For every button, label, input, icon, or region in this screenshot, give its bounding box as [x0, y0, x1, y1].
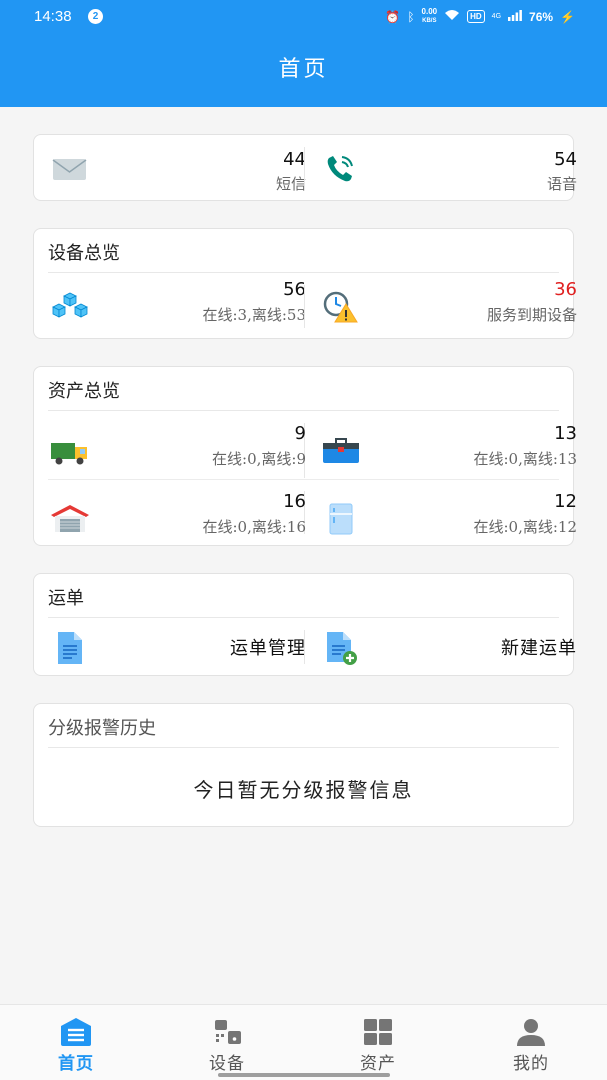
divider: [48, 272, 559, 273]
device-overview-title: 设备总览: [48, 243, 120, 264]
asset-refrigerator-count: 12: [554, 491, 577, 512]
net-speed-value: 0.00: [421, 7, 438, 16]
asset-overview-title: 资产总览: [48, 381, 120, 402]
document-icon: [58, 632, 82, 664]
device-total-cell[interactable]: 56 在线:3,离线:53: [50, 277, 306, 337]
hd-badge: HD: [467, 10, 485, 23]
device-total-count: 56: [283, 279, 306, 300]
device-expiring-count: 36: [554, 279, 577, 300]
tab-device[interactable]: 设备: [167, 1005, 287, 1080]
status-bar: 14:38 2 ⏰ ᛒ 0.00 KB/S HD 4G 76% ⚡: [0, 0, 607, 32]
waybill-card: 运单 运单管理 新建运单: [33, 573, 577, 678]
tab-mine[interactable]: 我的: [471, 1005, 591, 1080]
alarm-empty-message: 今日暂无分级报警信息: [193, 778, 414, 802]
asset-overview-card: 资产总览 9 在线:0,离线:9 13 在线:0,离线:13 16 在线:0,离…: [33, 366, 577, 549]
asset-warehouse-count: 16: [283, 491, 306, 512]
asset-refrigerator-cell[interactable]: 12 在线:0,离线:12: [321, 489, 577, 549]
voice-label: 语音: [546, 175, 577, 193]
asset-warehouse-detail: 在线:0,离线:16: [202, 518, 306, 536]
device-expiring-cell[interactable]: 36 服务到期设备: [321, 277, 577, 337]
alarm-history-title: 分级报警历史: [48, 718, 156, 739]
clock-warning-icon: [323, 291, 358, 323]
refrigerator-icon: [329, 503, 353, 535]
device-expiring-label: 服务到期设备: [486, 306, 577, 324]
tab-home[interactable]: 首页: [16, 1005, 136, 1080]
waybill-create-button[interactable]: 新建运单: [321, 618, 577, 678]
wifi-icon: [444, 9, 460, 24]
status-icons: ⏰ ᛒ 0.00 KB/S HD 4G 76% ⚡: [385, 8, 575, 25]
voice-count: 54: [554, 149, 577, 170]
divider: [48, 410, 559, 411]
asset-toolbox-cell[interactable]: 13 在线:0,离线:13: [321, 421, 577, 481]
home-indicator[interactable]: [218, 1073, 390, 1077]
net-speed-unit: KB/S: [422, 18, 437, 24]
asset-truck-detail: 在线:0,离线:9: [212, 450, 306, 468]
page-title: 首页: [0, 32, 607, 107]
truck-icon: [51, 443, 87, 465]
status-time: 14:38: [34, 8, 72, 25]
tab-mine-label: 我的: [513, 1054, 549, 1074]
signal-bars-icon: [508, 9, 522, 24]
sms-cell[interactable]: 44 短信: [50, 139, 306, 199]
waybill-create-label: 新建运单: [501, 638, 577, 659]
waybill-manage-label: 运单管理: [230, 638, 306, 659]
divider: [304, 285, 305, 328]
warehouse-icon: [51, 505, 89, 532]
net-speed: 0.00 KB/S: [422, 8, 438, 25]
device-overview-card: 设备总览 56 在线:3,离线:53 36 服务到期设备: [33, 228, 577, 339]
messages-card: 44 短信 54 语音: [33, 134, 577, 201]
devices-cubes-icon: [52, 292, 88, 318]
bluetooth-icon: ᛒ: [407, 9, 415, 24]
tab-asset[interactable]: 资产: [318, 1005, 438, 1080]
asset-truck-cell[interactable]: 9 在线:0,离线:9: [50, 421, 306, 481]
divider: [304, 630, 305, 664]
asset-warehouse-cell[interactable]: 16 在线:0,离线:16: [50, 489, 306, 549]
waybill-title: 运单: [48, 588, 84, 609]
asset-toolbox-count: 13: [554, 423, 577, 444]
battery-level: 76%: [529, 9, 554, 24]
user-icon: [517, 1019, 545, 1046]
bottom-tab-bar: 首页 设备 资产 我的: [0, 1004, 607, 1080]
divider: [48, 747, 559, 748]
device-total-detail: 在线:3,离线:53: [202, 306, 306, 324]
tab-home-label: 首页: [58, 1054, 94, 1074]
toolbox-icon: [323, 438, 359, 463]
divider: [304, 147, 305, 190]
sms-count: 44: [283, 149, 306, 170]
charging-icon: ⚡: [560, 9, 575, 24]
signal-label: 4G: [491, 13, 502, 20]
phone-icon: [327, 156, 353, 182]
document-add-icon: [327, 632, 357, 665]
waybill-manage-button[interactable]: 运单管理: [50, 618, 306, 678]
mail-icon: [52, 159, 87, 180]
alarm-history-card: 分级报警历史 今日暂无分级报警信息: [33, 703, 574, 827]
notification-badge: 2: [88, 9, 103, 24]
asset-truck-count: 9: [294, 423, 306, 444]
asset-refrigerator-detail: 在线:0,离线:12: [473, 518, 577, 536]
tab-asset-label: 资产: [360, 1054, 396, 1074]
alarm-clock-icon: ⏰: [385, 9, 401, 24]
tab-device-label: 设备: [209, 1054, 245, 1074]
asset-toolbox-detail: 在线:0,离线:13: [473, 450, 577, 468]
voice-cell[interactable]: 54 语音: [321, 139, 577, 199]
home-list-icon: [61, 1018, 91, 1046]
sms-label: 短信: [275, 175, 306, 193]
device-icon: [215, 1020, 241, 1044]
grid-icon: [364, 1019, 392, 1045]
signal-icon: 4G: [492, 13, 501, 20]
